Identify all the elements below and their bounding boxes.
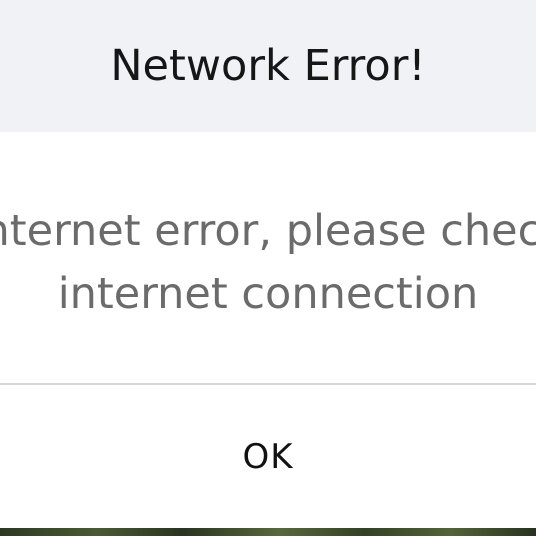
ok-button[interactable]: OK bbox=[0, 385, 536, 528]
dialog-message: Internet error, please check internet co… bbox=[0, 200, 536, 326]
network-error-dialog: Network Error! Internet error, please ch… bbox=[0, 0, 536, 536]
dialog-title: Network Error! bbox=[110, 41, 426, 91]
background-image-strip bbox=[0, 528, 536, 536]
message-line-1: Internet error, please check bbox=[0, 206, 536, 256]
dialog-header: Network Error! bbox=[0, 0, 536, 132]
message-line-2: internet connection bbox=[57, 269, 479, 319]
dialog-body: Internet error, please check internet co… bbox=[0, 132, 536, 384]
ok-button-label: OK bbox=[242, 436, 294, 477]
